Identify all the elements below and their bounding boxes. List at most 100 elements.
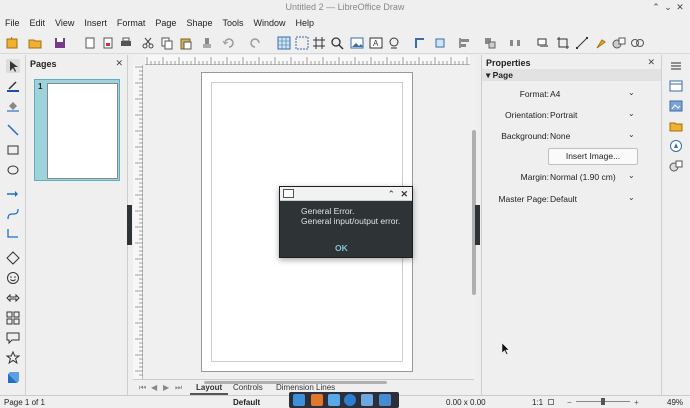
export-icon[interactable] xyxy=(83,36,97,50)
close-window-icon[interactable]: ✕ xyxy=(674,1,686,13)
line-color-icon[interactable] xyxy=(6,79,20,93)
master-page-dropdown[interactable]: Default xyxy=(550,194,577,204)
dialog-minimize-icon[interactable]: ⌃ xyxy=(387,187,395,201)
select-icon[interactable] xyxy=(6,59,20,73)
pages-panel-close-icon[interactable]: ✕ xyxy=(115,58,123,69)
insert-image-button[interactable]: Insert Image... xyxy=(548,148,638,165)
zoom-icon[interactable] xyxy=(330,36,344,50)
properties-deck-icon[interactable] xyxy=(669,79,683,93)
chevron-down-icon[interactable]: ⌄ xyxy=(628,109,635,118)
curves-icon[interactable] xyxy=(6,207,20,221)
menu-file[interactable]: File xyxy=(0,15,25,32)
redo-icon[interactable] xyxy=(248,36,262,50)
rectangle-icon[interactable] xyxy=(6,143,20,157)
desktop-icon[interactable] xyxy=(293,394,305,406)
transformations-icon[interactable] xyxy=(433,36,447,50)
grid-display-icon[interactable] xyxy=(277,36,291,50)
page-thumbnail[interactable]: 1 xyxy=(34,79,120,181)
save-icon[interactable] xyxy=(53,36,67,50)
maximize-icon[interactable]: ⌄ xyxy=(662,1,674,13)
shadow-icon[interactable] xyxy=(535,36,549,50)
vertical-ruler[interactable] xyxy=(133,65,143,379)
search-icon[interactable] xyxy=(361,394,373,406)
browser-icon[interactable] xyxy=(344,394,356,406)
insert-textbox-icon[interactable]: A xyxy=(369,36,383,50)
new-document-icon[interactable] xyxy=(5,36,19,50)
snap-grid-icon[interactable] xyxy=(312,36,326,50)
last-tab-icon[interactable]: ⏭ xyxy=(175,383,182,393)
arrange-icon[interactable] xyxy=(483,36,497,50)
fontwork-icon[interactable] xyxy=(413,36,427,50)
zoom-level[interactable]: 49% xyxy=(667,398,683,407)
horizontal-scrollbar[interactable] xyxy=(204,381,387,384)
basic-shapes-icon[interactable] xyxy=(6,251,20,265)
ellipse-icon[interactable] xyxy=(6,163,20,177)
styles-deck-icon[interactable] xyxy=(669,99,683,113)
navigator-deck-icon[interactable] xyxy=(669,139,683,153)
orientation-dropdown[interactable]: Portrait xyxy=(550,110,577,120)
menu-insert[interactable]: Insert xyxy=(79,15,112,32)
crop-icon[interactable] xyxy=(556,36,570,50)
ok-button[interactable]: OK xyxy=(335,243,348,253)
symbol-shapes-icon[interactable] xyxy=(6,271,20,285)
print-icon[interactable] xyxy=(119,36,133,50)
collapse-left-panel-handle[interactable] xyxy=(127,205,132,245)
chevron-down-icon[interactable]: ⌄ xyxy=(628,171,635,180)
page-section-header[interactable]: ▾ Page xyxy=(482,69,661,81)
menu-format[interactable]: Format xyxy=(112,15,151,32)
lines-arrows-icon[interactable] xyxy=(6,187,20,201)
callouts-icon[interactable] xyxy=(6,331,20,345)
gallery-deck-icon[interactable] xyxy=(669,119,683,133)
chevron-down-icon[interactable]: ⌄ xyxy=(628,193,635,202)
menu-edit[interactable]: Edit xyxy=(25,15,51,32)
copy-icon[interactable] xyxy=(160,36,174,50)
align-objects-icon[interactable] xyxy=(458,36,472,50)
distribute-icon[interactable] xyxy=(508,36,522,50)
dialog-titlebar[interactable]: ⌃ ✕ xyxy=(280,187,412,201)
special-character-icon[interactable] xyxy=(387,36,401,50)
dialog-close-icon[interactable]: ✕ xyxy=(400,187,408,201)
points-icon[interactable] xyxy=(575,36,589,50)
first-tab-icon[interactable]: ⏮ xyxy=(139,383,146,393)
export-pdf-icon[interactable] xyxy=(101,36,115,50)
3d-objects-icon[interactable] xyxy=(6,371,20,385)
insert-image-icon[interactable] xyxy=(350,36,364,50)
undo-icon[interactable] xyxy=(222,36,236,50)
toggle-extrusion-icon[interactable] xyxy=(612,36,626,50)
cut-icon[interactable] xyxy=(141,36,155,50)
minimize-icon[interactable]: ⌃ xyxy=(650,1,662,13)
next-tab-icon[interactable]: ▶ xyxy=(163,383,169,392)
flowchart-icon[interactable] xyxy=(6,311,20,325)
margin-dropdown[interactable]: Normal (1.90 cm) xyxy=(550,172,616,182)
menu-window[interactable]: Window xyxy=(249,15,291,32)
horizontal-ruler[interactable] xyxy=(145,55,470,65)
fill-color-icon[interactable] xyxy=(6,99,20,113)
menu-page[interactable]: Page xyxy=(150,15,181,32)
helplines-icon[interactable] xyxy=(295,36,309,50)
more-options-icon[interactable] xyxy=(630,36,644,50)
clone-formatting-icon[interactable] xyxy=(200,36,214,50)
format-dropdown[interactable]: A4 xyxy=(550,89,560,99)
document-app-icon[interactable] xyxy=(328,394,340,406)
menu-help[interactable]: Help xyxy=(291,15,320,32)
line-icon[interactable] xyxy=(6,123,20,137)
background-dropdown[interactable]: None xyxy=(550,131,570,141)
connectors-icon[interactable] xyxy=(6,227,20,241)
chevron-down-icon[interactable]: ⌄ xyxy=(628,88,635,97)
stars-icon[interactable] xyxy=(6,351,20,365)
glue-points-icon[interactable] xyxy=(594,36,608,50)
files-icon[interactable] xyxy=(379,394,391,406)
zoom-in-icon[interactable]: + xyxy=(634,398,639,407)
menu-view[interactable]: View xyxy=(50,15,79,32)
open-folder-icon[interactable] xyxy=(28,36,42,50)
properties-close-icon[interactable]: ✕ xyxy=(647,57,655,68)
chevron-down-icon[interactable]: ⌄ xyxy=(628,130,635,139)
zoom-out-icon[interactable]: − xyxy=(567,398,572,407)
block-arrows-icon[interactable] xyxy=(6,291,20,305)
paste-icon[interactable] xyxy=(179,36,193,50)
menu-tools[interactable]: Tools xyxy=(217,15,248,32)
shapes-deck-icon[interactable] xyxy=(669,159,683,173)
collapse-sidebar-handle[interactable] xyxy=(475,205,480,245)
menu-shape[interactable]: Shape xyxy=(181,15,217,32)
sidebar-menu-icon[interactable] xyxy=(669,59,683,73)
